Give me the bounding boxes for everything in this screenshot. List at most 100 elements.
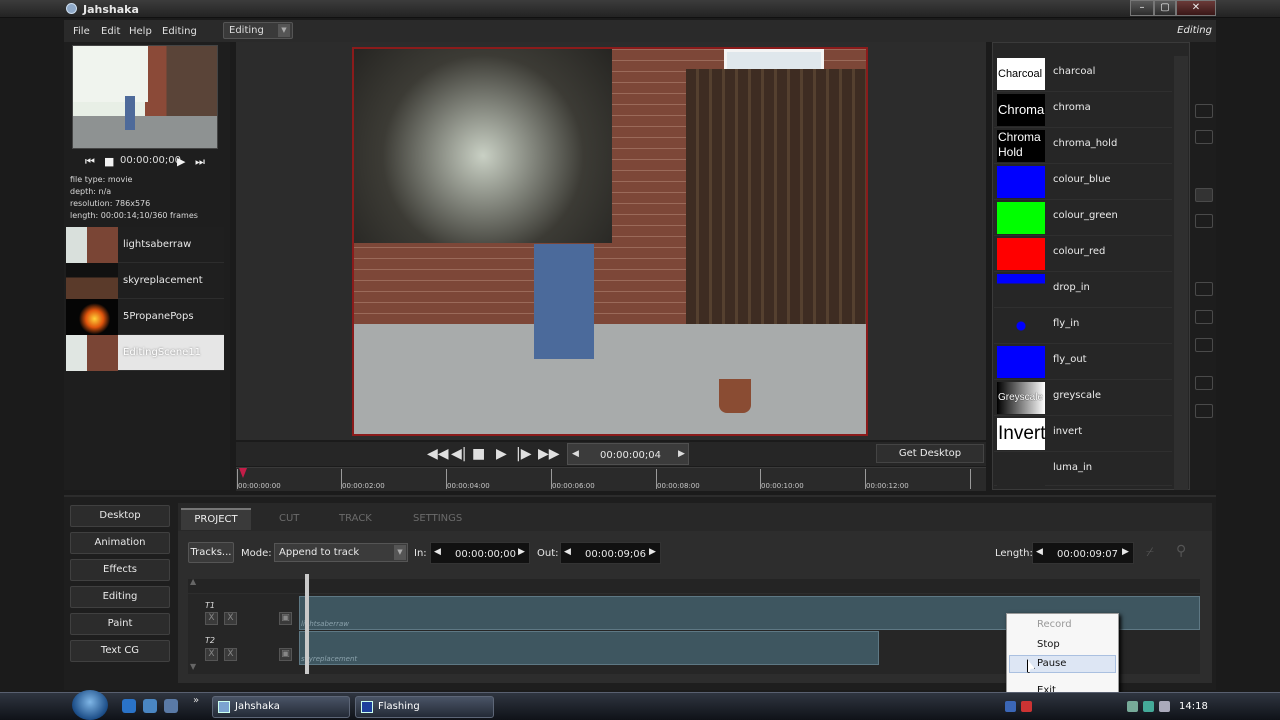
clip-item-editingscene[interactable]: EditingScene11 xyxy=(66,335,224,371)
menu-help[interactable]: Help xyxy=(129,26,152,37)
prev-icon[interactable]: ◀ xyxy=(1036,547,1043,557)
get-desktop-button[interactable]: Get Desktop xyxy=(876,444,984,463)
maximize-button[interactable]: ▢ xyxy=(1154,0,1176,16)
network-icon[interactable] xyxy=(1127,701,1138,712)
timeline-clip-skyreplacement[interactable] xyxy=(299,631,879,665)
ie-icon[interactable] xyxy=(122,699,136,713)
menu-item-stop[interactable]: Stop xyxy=(1037,639,1060,650)
step-back-icon[interactable]: ◀| xyxy=(451,446,466,462)
volume-icon[interactable] xyxy=(1159,701,1170,712)
play-icon[interactable]: ▶ xyxy=(496,446,507,462)
prev-icon[interactable]: ◀ xyxy=(434,547,441,557)
timeline-playhead[interactable] xyxy=(305,574,309,674)
slider-icon[interactable] xyxy=(1195,188,1213,202)
ruler-label: 00:00:10:00 xyxy=(761,482,804,490)
tab-project[interactable]: PROJECT xyxy=(181,508,251,530)
step-forward-icon[interactable]: |▶ xyxy=(516,446,531,462)
menu-file[interactable]: File xyxy=(73,26,90,37)
desktop-button[interactable]: Desktop xyxy=(70,505,170,527)
tab-cut[interactable]: CUT xyxy=(279,513,299,524)
video-viewport[interactable] xyxy=(352,47,868,436)
effect-fly-in[interactable]: fly_in xyxy=(994,308,1172,344)
next-icon[interactable]: ▶ xyxy=(1122,547,1129,557)
clock[interactable]: 14:18 xyxy=(1179,701,1208,712)
track-solo-icon[interactable]: X xyxy=(224,612,237,625)
effect-colour-green[interactable]: colour_green xyxy=(994,200,1172,236)
stop-icon[interactable]: ■ xyxy=(104,155,114,168)
layers-icon[interactable] xyxy=(1195,310,1213,324)
track-lock-icon[interactable]: ▣ xyxy=(279,648,292,661)
length-timecode[interactable]: ◀ 00:00:09:07 ▶ xyxy=(1032,542,1134,564)
track-mute-icon[interactable]: X xyxy=(205,612,218,625)
move-icon[interactable] xyxy=(1195,282,1213,296)
zoom-icon[interactable] xyxy=(1195,104,1213,118)
animation-button[interactable]: Animation xyxy=(70,532,170,554)
minimize-button[interactable]: – xyxy=(1130,0,1154,16)
rewind-icon[interactable]: ◀◀ xyxy=(427,446,449,462)
task-jahshaka[interactable]: Jahshaka xyxy=(212,696,350,718)
zoom-icon[interactable] xyxy=(1195,214,1213,228)
tray-icon[interactable] xyxy=(1005,701,1016,712)
chevron-right-icon[interactable]: » xyxy=(193,695,199,706)
skip-end-icon[interactable]: ⏭ xyxy=(195,155,205,169)
start-button[interactable] xyxy=(72,690,108,720)
zoom-icon[interactable]: ⚲ xyxy=(1176,543,1186,559)
track-solo-icon[interactable]: X xyxy=(224,648,237,661)
switch-windows-icon[interactable] xyxy=(164,699,178,713)
effect-colour-red[interactable]: colour_red xyxy=(994,236,1172,272)
menu-item-pause[interactable]: Pause xyxy=(1037,658,1066,669)
effect-chroma-hold[interactable]: Chroma Hold chroma_hold xyxy=(994,128,1172,164)
effect-greyscale[interactable]: Greyscale greyscale xyxy=(994,380,1172,416)
timecode-prev-icon[interactable]: ◀ xyxy=(572,449,579,459)
track-lock-icon[interactable]: ▣ xyxy=(279,612,292,625)
timecode-next-icon[interactable]: ▶ xyxy=(678,449,685,459)
clip-item-lightsaberraw[interactable]: lightsaberraw xyxy=(66,227,224,263)
tab-track[interactable]: TRACK xyxy=(339,513,372,524)
tab-settings[interactable]: SETTINGS xyxy=(413,513,462,524)
status-tray-icon[interactable] xyxy=(1143,701,1154,712)
effect-charcoal[interactable]: Charcoal charcoal xyxy=(994,56,1172,92)
track-mute-icon[interactable]: X xyxy=(205,648,218,661)
stop-icon[interactable]: ■ xyxy=(472,446,485,462)
effect-luma-in[interactable]: luma_in xyxy=(994,452,1172,486)
edit-mode-dropdown[interactable]: Append to track ▼ xyxy=(274,543,408,562)
tool-icon[interactable] xyxy=(1195,130,1213,144)
menu-item-record[interactable]: Record xyxy=(1037,619,1072,630)
next-icon[interactable]: ▶ xyxy=(649,547,656,557)
in-timecode[interactable]: ◀ 00:00:00;00 ▶ xyxy=(430,542,530,564)
camera-icon[interactable] xyxy=(1195,376,1213,390)
record-tray-icon[interactable] xyxy=(1021,701,1032,712)
play-icon[interactable]: ▶ xyxy=(177,155,185,168)
effect-swatch xyxy=(997,202,1045,234)
out-timecode[interactable]: ◀ 00:00:09;06 ▶ xyxy=(560,542,661,564)
menu-editing[interactable]: Editing xyxy=(162,26,197,37)
effect-drop-in[interactable]: drop_in xyxy=(994,272,1172,308)
scroll-up-icon[interactable]: ▲ xyxy=(190,577,196,586)
timecode-value[interactable]: 00:00:00;04 xyxy=(600,450,661,461)
fast-forward-icon[interactable]: ▶▶ xyxy=(538,446,560,462)
effects-scrollbar[interactable] xyxy=(1174,56,1188,490)
paint-button[interactable]: Paint xyxy=(70,613,170,635)
menu-edit[interactable]: Edit xyxy=(101,26,120,37)
export-icon[interactable] xyxy=(1195,404,1213,418)
effect-fly-out[interactable]: fly_out xyxy=(994,344,1172,380)
tracks-button[interactable]: Tracks... xyxy=(188,542,234,563)
scroll-down-icon[interactable]: ▼ xyxy=(190,662,196,671)
desktop-icon[interactable] xyxy=(143,699,157,713)
effect-colour-blue[interactable]: colour_blue xyxy=(994,164,1172,200)
text-cg-button[interactable]: Text CG xyxy=(70,640,170,662)
layers-icon[interactable] xyxy=(1195,338,1213,352)
clip-item-skyreplacement[interactable]: skyreplacement xyxy=(66,263,224,299)
clip-item-propanepops[interactable]: 5PropanePops xyxy=(66,299,224,335)
filter-icon[interactable]: ⌿ xyxy=(1146,545,1154,560)
effects-button[interactable]: Effects xyxy=(70,559,170,581)
effect-invert[interactable]: Invert invert xyxy=(994,416,1172,452)
task-flashing[interactable]: Flashing xyxy=(355,696,494,718)
mode-dropdown[interactable]: Editing ▼ xyxy=(223,22,293,39)
effect-chroma[interactable]: Chroma chroma xyxy=(994,92,1172,128)
editing-button[interactable]: Editing xyxy=(70,586,170,608)
prev-icon[interactable]: ◀ xyxy=(564,547,571,557)
skip-start-icon[interactable]: ⏮ xyxy=(85,155,95,169)
next-icon[interactable]: ▶ xyxy=(518,547,525,557)
close-button[interactable]: ✕ xyxy=(1176,0,1216,16)
